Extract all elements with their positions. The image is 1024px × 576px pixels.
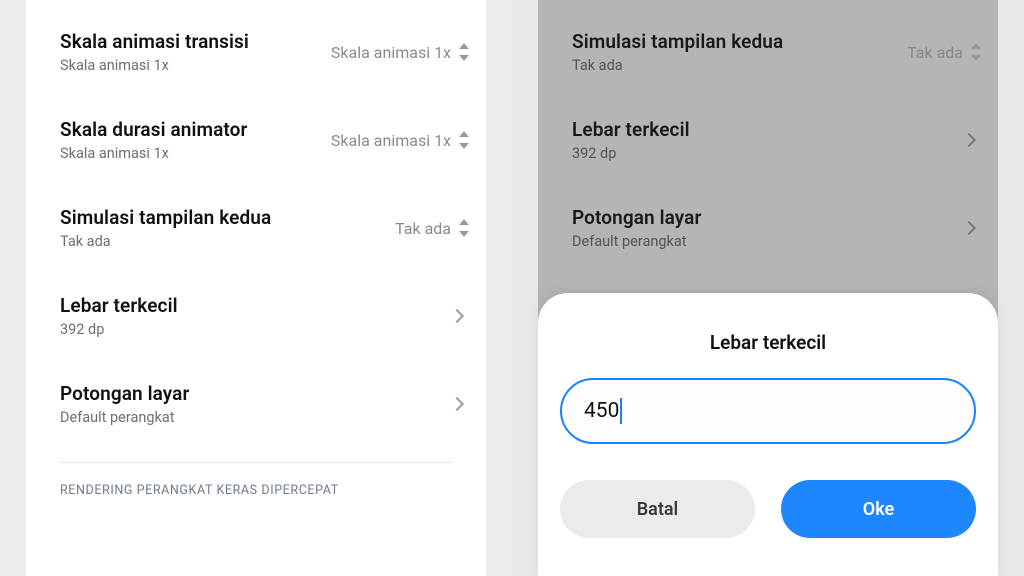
ok-label: Oke — [863, 499, 894, 520]
item-title: Lebar terkecil — [60, 294, 178, 317]
item-sub: Tak ada — [60, 233, 271, 250]
item-title: Simulasi tampilan kedua — [60, 206, 271, 229]
ok-button[interactable]: Oke — [781, 480, 976, 538]
item-secondary-display[interactable]: Simulasi tampilan kedua Tak ada Tak ada — [26, 184, 486, 272]
item-value: Skala animasi 1x — [331, 43, 451, 62]
item-sub: Skala animasi 1x — [60, 145, 247, 162]
item-display-cutout[interactable]: Potongan layar Default perangkat — [26, 360, 486, 448]
updown-icon — [457, 41, 470, 63]
left-screenshot: Skala animasi transisi Skala animasi 1x … — [0, 0, 512, 576]
item-value: Skala animasi 1x — [331, 131, 451, 150]
settings-list: Skala animasi transisi Skala animasi 1x … — [26, 0, 486, 498]
text-caret — [620, 398, 622, 424]
smallest-width-dialog: Lebar terkecil 450 Batal Oke — [538, 293, 998, 576]
item-smallest-width[interactable]: Lebar terkecil 392 dp — [26, 272, 486, 360]
item-texts: Potongan layar Default perangkat — [60, 382, 189, 426]
updown-icon — [457, 217, 470, 239]
divider — [60, 462, 452, 463]
item-value-group: Skala animasi 1x — [331, 129, 470, 151]
item-sub: 392 dp — [60, 321, 178, 338]
item-value: Tak ada — [395, 219, 451, 238]
right-screenshot: Simulasi tampilan kedua Tak ada Tak ada … — [512, 0, 1024, 576]
smallest-width-input[interactable]: 450 — [560, 378, 976, 444]
item-title: Potongan layar — [60, 382, 189, 405]
settings-panel-left: Skala animasi transisi Skala animasi 1x … — [26, 0, 486, 576]
item-transition-scale[interactable]: Skala animasi transisi Skala animasi 1x … — [26, 8, 486, 96]
dialog-title: Lebar terkecil — [710, 331, 826, 354]
input-value: 450 — [584, 399, 619, 423]
item-title: Skala animasi transisi — [60, 30, 249, 53]
item-sub: Skala animasi 1x — [60, 57, 249, 74]
item-value-group: Skala animasi 1x — [331, 41, 470, 63]
chevron-right-icon — [450, 397, 464, 411]
cancel-button[interactable]: Batal — [560, 480, 755, 538]
updown-icon — [457, 129, 470, 151]
item-sub: Default perangkat — [60, 409, 189, 426]
item-animator-duration[interactable]: Skala durasi animator Skala animasi 1x S… — [26, 96, 486, 184]
item-texts: Skala animasi transisi Skala animasi 1x — [60, 30, 249, 74]
item-texts: Skala durasi animator Skala animasi 1x — [60, 118, 247, 162]
cancel-label: Batal — [637, 499, 678, 520]
item-title: Skala durasi animator — [60, 118, 247, 141]
section-header-hw-rendering: RENDERING PERANGKAT KERAS DIPERCEPAT — [26, 483, 486, 498]
item-texts: Simulasi tampilan kedua Tak ada — [60, 206, 271, 250]
item-value-group: Tak ada — [395, 217, 470, 239]
item-texts: Lebar terkecil 392 dp — [60, 294, 178, 338]
chevron-right-icon — [450, 309, 464, 323]
dialog-buttons: Batal Oke — [560, 480, 976, 538]
